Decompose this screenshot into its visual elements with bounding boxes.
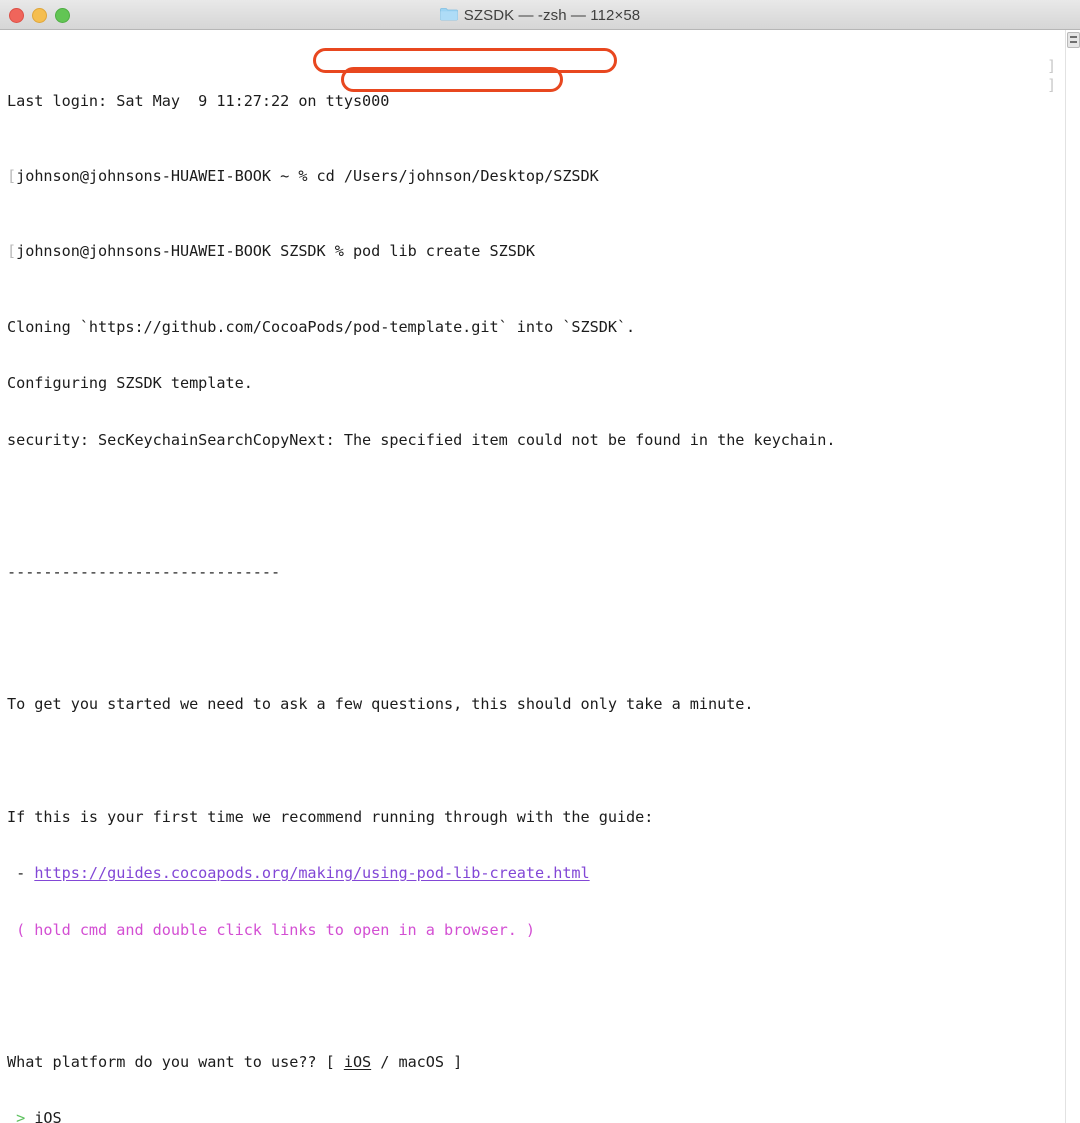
minimize-button[interactable]: [32, 7, 47, 23]
shell-mark-right-icon: ]: [1047, 76, 1057, 94]
answer-platform: > iOS: [7, 1109, 1080, 1123]
terminal-line: If this is your first time we recommend …: [7, 807, 654, 826]
terminal-line: Configuring SZSDK template.: [7, 374, 253, 393]
shell-mark-icon: [: [7, 166, 17, 185]
prompt-arrow-icon: >: [7, 1109, 35, 1123]
command-pod-lib-create: pod lib create SZSDK: [352, 242, 536, 261]
terminal-output: Last login: Sat May 9 11:27:22 on ttys00…: [0, 30, 1080, 1123]
terminal-line: To get you started we need to ask a few …: [7, 694, 754, 713]
zoom-button[interactable]: [55, 7, 70, 23]
window-title-group: SZSDK — -zsh — 112×58: [0, 0, 1080, 30]
prompt-string: johnson@johnsons-HUAWEI-BOOK SZSDK %: [16, 242, 353, 261]
terminal-line: Last login: Sat May 9 11:27:22 on ttys00…: [7, 91, 390, 110]
cocoapods-guide-link[interactable]: https://guides.cocoapods.org/making/usin…: [34, 864, 589, 882]
terminal-line-prompt-podlib: [johnson@johnsons-HUAWEI-BOOK SZSDK % po…: [7, 242, 1080, 261]
prompt-string: johnson@johnsons-HUAWEI-BOOK ~ %: [16, 166, 317, 185]
terminal-separator: ------------------------------: [7, 562, 281, 581]
shell-mark-icon: [: [7, 242, 17, 261]
terminal-line-hint: ( hold cmd and double click links to ope…: [7, 920, 536, 939]
window-titlebar: SZSDK — -zsh — 112×58: [0, 0, 1080, 30]
window-controls: [9, 0, 70, 30]
command-cd: cd /Users/johnson/Desktop/SZSDK: [316, 166, 599, 185]
folder-icon: [439, 6, 458, 25]
question-platform: What platform do you want to use?? [ iOS…: [7, 1052, 463, 1071]
scrollbar-thumb[interactable]: [1067, 32, 1080, 48]
vertical-scrollbar[interactable]: [1065, 30, 1080, 1123]
terminal-window: SZSDK — -zsh — 112×58 Last login: Sat Ma…: [0, 0, 1080, 1123]
terminal-line-guide: - https://guides.cocoapods.org/making/us…: [7, 864, 590, 883]
terminal-line: Cloning `https://github.com/CocoaPods/po…: [7, 317, 636, 336]
terminal-line-prompt-cd: [johnson@johnsons-HUAWEI-BOOK ~ % cd /Us…: [7, 167, 1080, 186]
close-button[interactable]: [9, 7, 24, 23]
window-title: SZSDK — -zsh — 112×58: [463, 6, 641, 24]
terminal-body[interactable]: Last login: Sat May 9 11:27:22 on ttys00…: [0, 30, 1080, 1123]
default-option: iOS: [343, 1052, 372, 1071]
shell-mark-right-icon: ]: [1047, 57, 1057, 75]
terminal-line: security: SecKeychainSearchCopyNext: The…: [7, 430, 836, 449]
